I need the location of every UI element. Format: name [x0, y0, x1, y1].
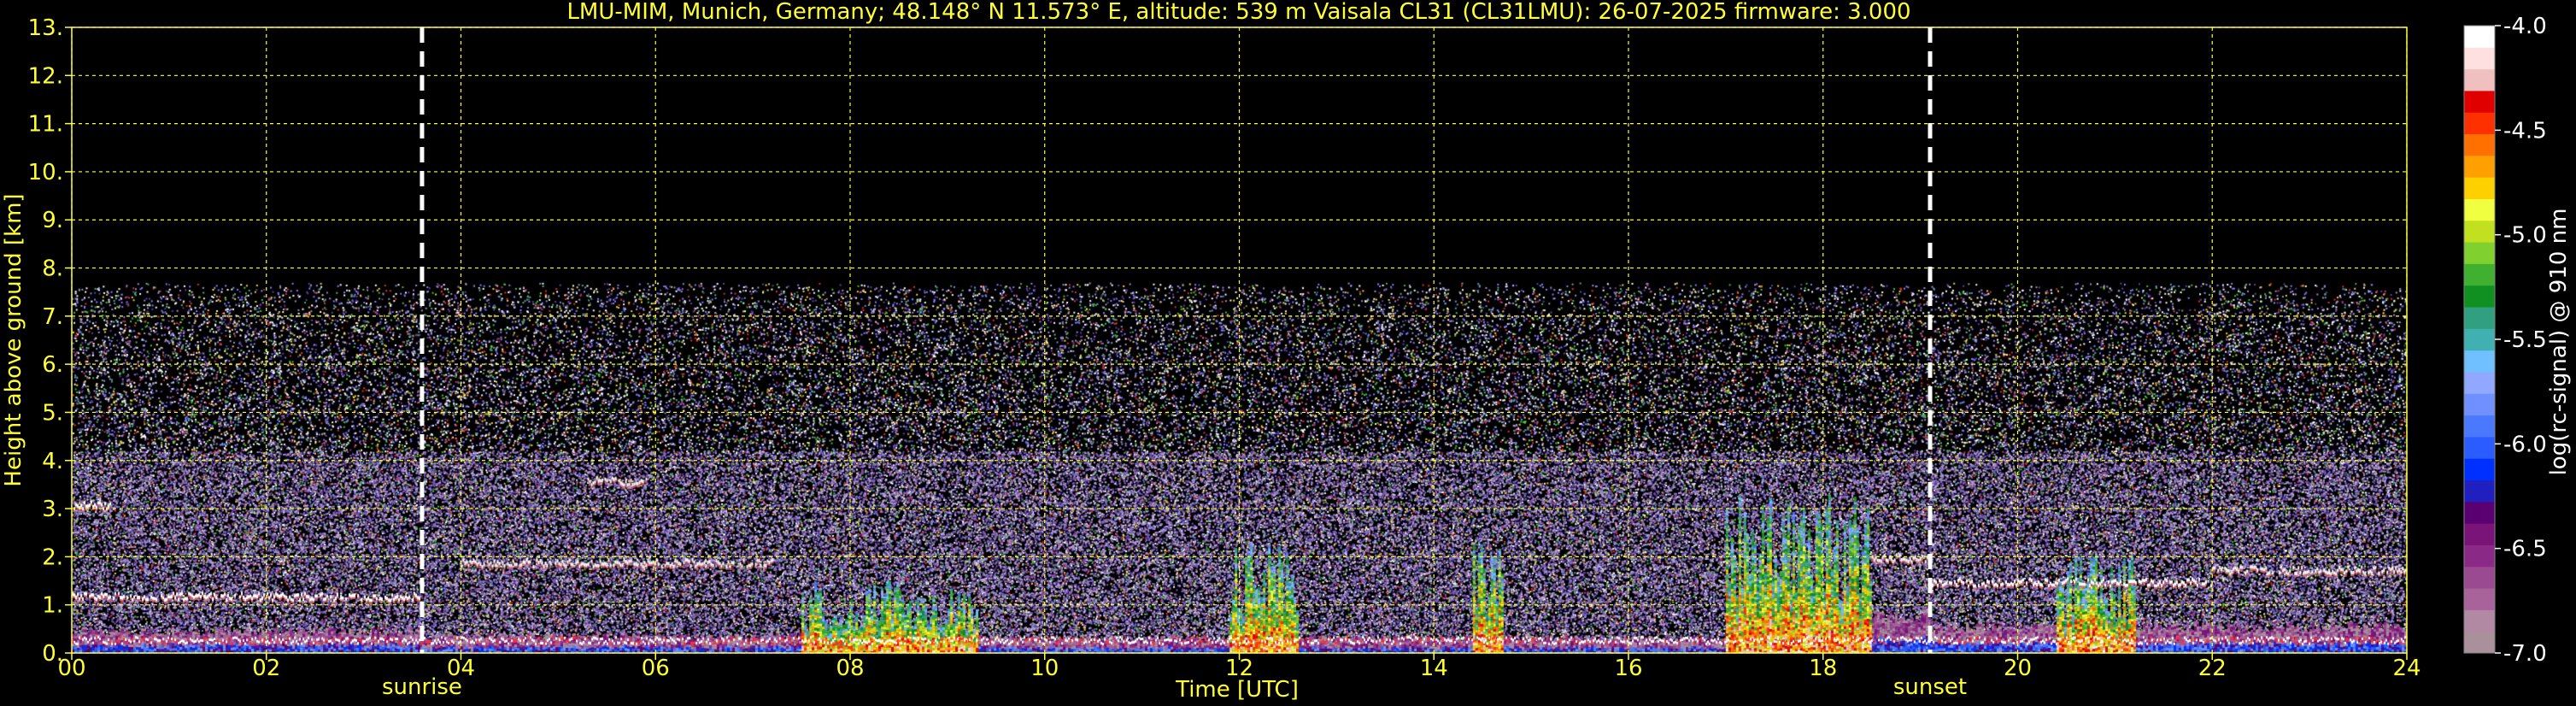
x-tick-label: 24 [2392, 656, 2421, 681]
y-tick-label: 11. [28, 112, 63, 138]
colorbar-label: log(rc-signal) @ 910 nm [2546, 209, 2572, 476]
colorbar-swatch [2464, 263, 2495, 286]
colorbar-swatch [2464, 631, 2495, 654]
colorbar-swatch [2464, 393, 2495, 416]
y-tick-label: 2. [42, 544, 63, 570]
y-tick-label: 6. [42, 352, 63, 378]
x-tick-label: 04 [447, 656, 475, 681]
colorbar-swatch [2464, 415, 2495, 438]
colorbar-swatch [2464, 155, 2495, 178]
x-tick-label: 20 [2004, 656, 2032, 681]
colorbar-tick-label: -7.0 [2503, 641, 2547, 667]
colorbar-tick-label: -4.0 [2503, 14, 2547, 39]
y-tick-label: 3. [42, 497, 63, 522]
colorbar-swatch [2464, 133, 2495, 156]
colorbar-tick-label: -6.0 [2503, 432, 2547, 457]
colorbar-swatch [2464, 68, 2495, 91]
colorbar-tick-label: -6.5 [2503, 537, 2547, 562]
y-tick-label: 7. [42, 304, 63, 330]
y-tick-label: 4. [42, 449, 63, 474]
colorbar-swatch [2464, 242, 2495, 264]
colorbar-swatch [2464, 112, 2495, 135]
colorbar-swatch [2464, 285, 2495, 308]
x-tick-label: 06 [642, 656, 670, 681]
colorbar-swatch [2464, 177, 2495, 199]
colorbar-swatch [2464, 609, 2495, 632]
ceilometer-chart: LMU-MIM, Munich, Germany; 48.148° N 11.5… [0, 0, 2576, 706]
y-tick-label: 12. [28, 63, 63, 89]
x-tick-label: 02 [252, 656, 280, 681]
x-tick-label: 16 [1614, 656, 1642, 681]
x-tick-label: 18 [1809, 656, 1837, 681]
colorbar-swatch [2464, 588, 2495, 610]
colorbar-swatch [2464, 523, 2495, 545]
y-tick-label: 1. [42, 593, 63, 619]
colorbar-swatch [2464, 198, 2495, 221]
y-tick-label: 13. [28, 15, 63, 41]
x-tick-label: 08 [836, 656, 864, 681]
colorbar-swatch [2464, 350, 2495, 373]
colorbar-swatch [2464, 220, 2495, 243]
y-axis-label: Height above ground [km] [1, 193, 26, 486]
colorbar-tick-label: -4.5 [2503, 118, 2547, 144]
y-tick-label: 10. [28, 160, 63, 185]
colorbar-tick-label: -5.0 [2503, 223, 2547, 249]
colorbar-tick-label: -5.5 [2503, 327, 2547, 353]
x-tick-label: 10 [1030, 656, 1059, 681]
colorbar-swatch [2464, 544, 2495, 568]
y-tick-label: 5. [42, 400, 63, 426]
x-tick-label: 00 [57, 656, 85, 681]
colorbar-swatch [2464, 436, 2495, 459]
x-tick-label: 22 [2198, 656, 2227, 681]
colorbar-swatch [2464, 371, 2495, 394]
colorbar-swatch [2464, 566, 2495, 589]
colorbar-swatch [2464, 328, 2495, 351]
colorbar-swatch [2464, 47, 2495, 70]
colorbar-swatch [2464, 26, 2495, 48]
marker-sunset-label: sunset [1893, 674, 1967, 700]
chart-title: LMU-MIM, Munich, Germany; 48.148° N 11.5… [566, 0, 1910, 25]
colorbar-swatch [2464, 90, 2495, 113]
y-tick-label: 8. [42, 256, 63, 282]
x-tick-label: 14 [1420, 656, 1448, 681]
colorbar-swatch [2464, 458, 2495, 481]
x-axis-label: Time [UTC] [1175, 677, 1299, 703]
y-tick-label: 9. [42, 208, 63, 233]
colorbar-swatch [2464, 307, 2495, 329]
colorbar-swatch [2464, 479, 2495, 503]
colorbar-swatch [2464, 501, 2495, 524]
